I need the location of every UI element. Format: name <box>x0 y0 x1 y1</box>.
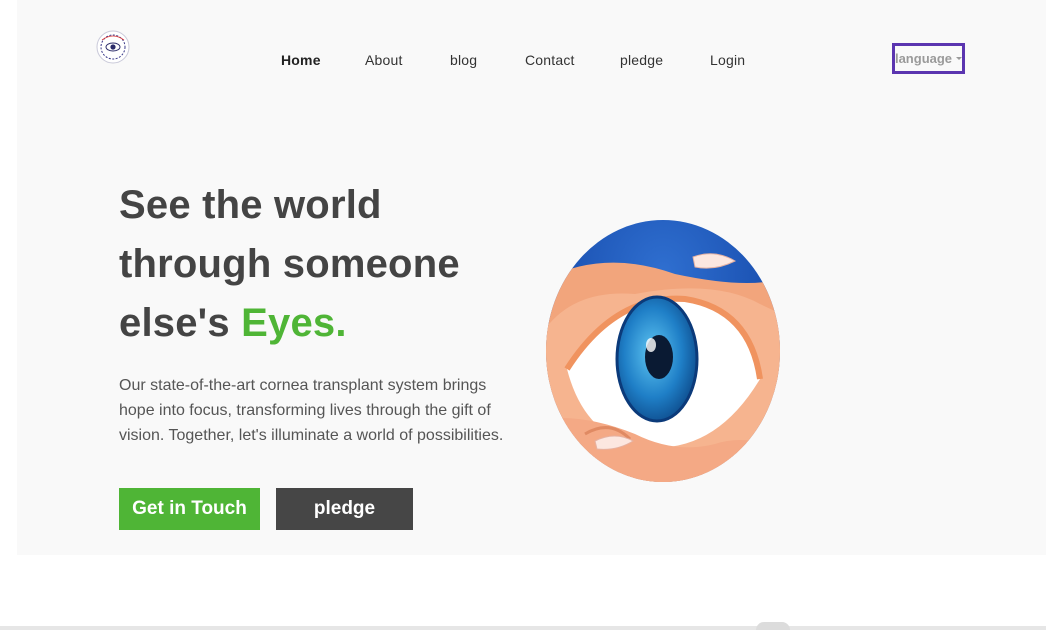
headline-line-3-prefix: else's <box>119 301 242 345</box>
nav-home[interactable]: Home <box>281 52 321 68</box>
nav-contact[interactable]: Contact <box>525 52 575 68</box>
language-label: language <box>894 51 953 66</box>
headline-line-1: See the world <box>119 183 382 227</box>
headline-line-3: else's Eyes. <box>119 294 519 353</box>
nav-pledge[interactable]: pledge <box>620 52 663 68</box>
hero-headline: See the world through someone else's Eye… <box>119 176 519 353</box>
nav-login[interactable]: Login <box>710 52 745 68</box>
pledge-button[interactable]: pledge <box>276 488 413 530</box>
eye-hand-illustration <box>545 219 781 484</box>
site-logo-icon[interactable] <box>96 30 130 64</box>
nav-about[interactable]: About <box>365 52 403 68</box>
caret-down-icon <box>956 57 963 60</box>
page-divider <box>0 626 1046 630</box>
headline-line-2: through someone <box>119 242 460 286</box>
hero-description: Our state-of-the-art cornea transplant s… <box>119 377 504 444</box>
headline-accent: Eyes. <box>241 301 347 345</box>
language-dropdown[interactable]: language <box>892 43 965 74</box>
nav-blog[interactable]: blog <box>450 52 477 68</box>
scroll-handle[interactable] <box>756 622 790 630</box>
get-in-touch-button[interactable]: Get in Touch <box>119 488 260 530</box>
